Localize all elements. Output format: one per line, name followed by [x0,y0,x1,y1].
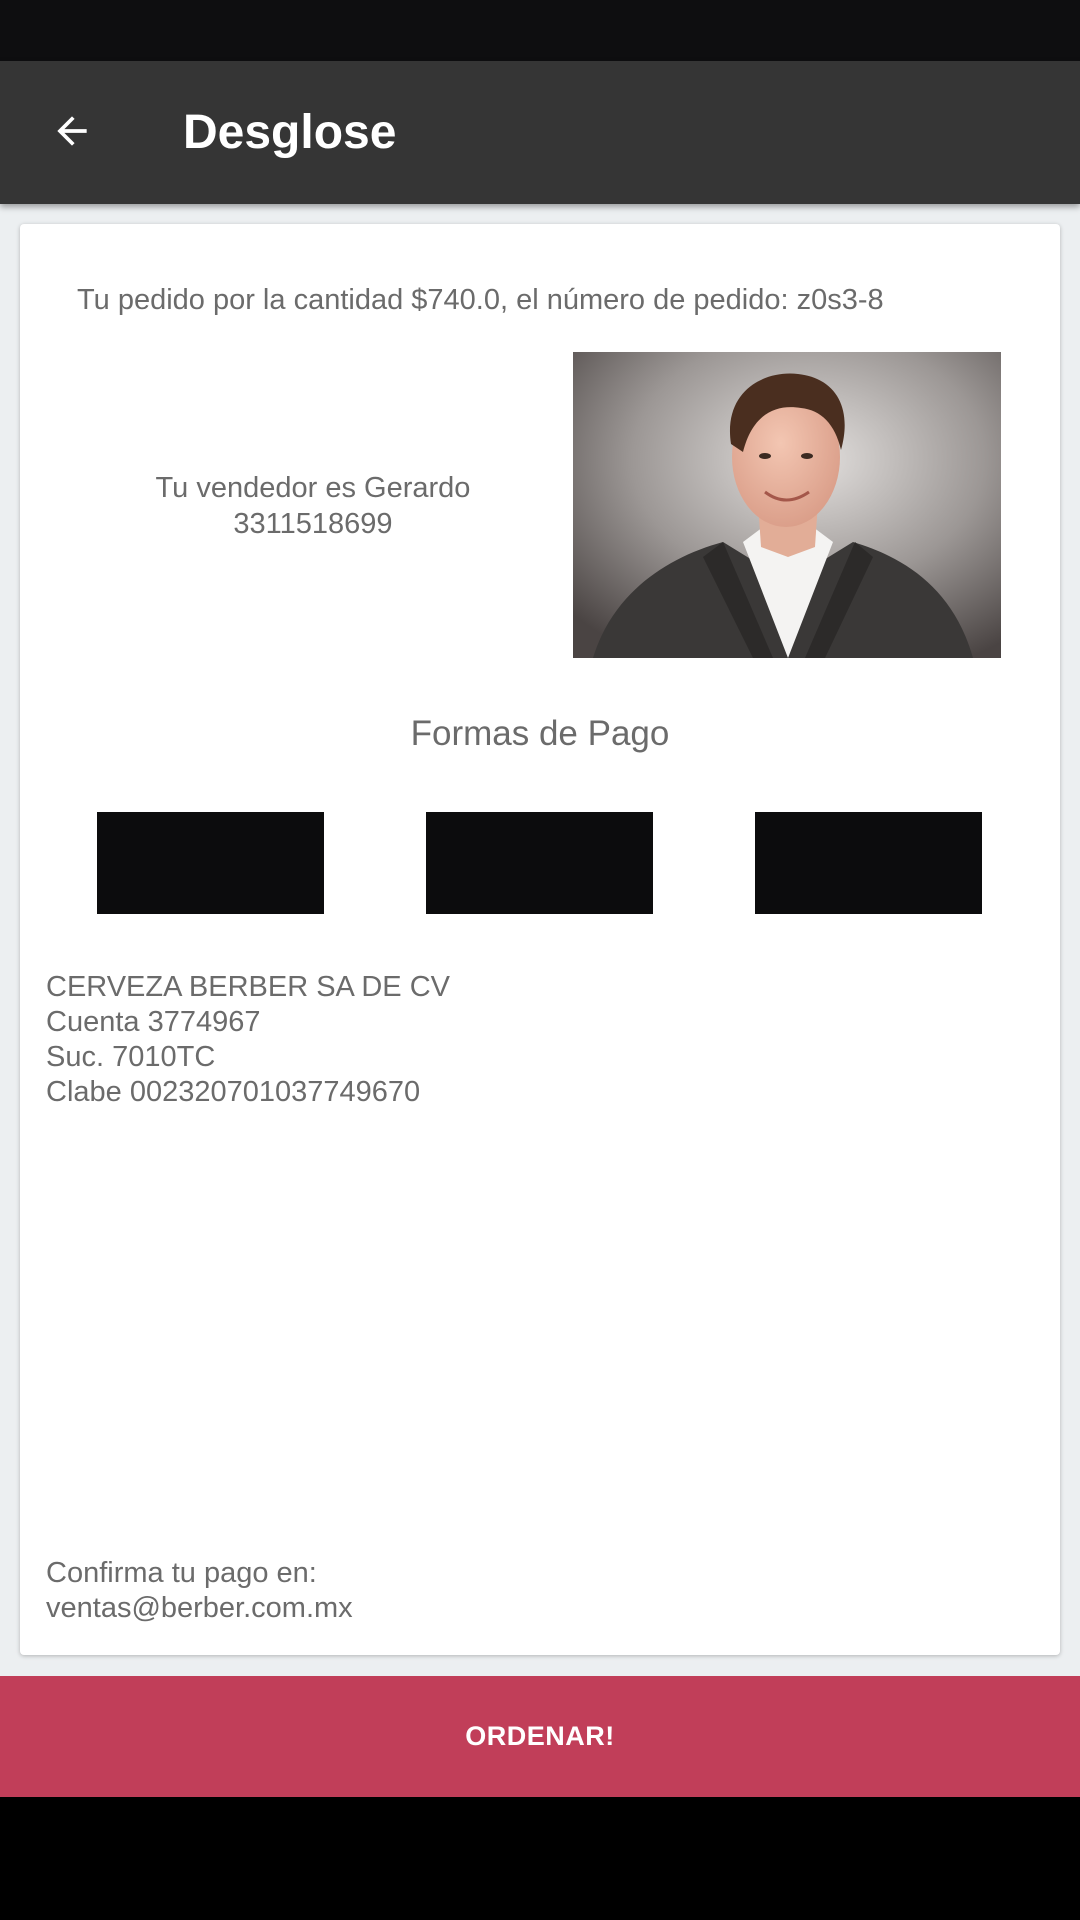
status-bar [0,0,1080,61]
confirm-email: ventas@berber.com.mx [46,1592,353,1624]
bank-details: CERVEZA BERBER SA DE CV Cuenta 3774967 S… [46,970,450,1110]
payment-method-2[interactable] [426,812,653,914]
payment-methods-title: Formas de Pago [410,714,670,753]
order-summary: Tu pedido por la cantidad $740.0, el núm… [77,284,884,316]
bank-clabe: Clabe 002320701037749670 [46,1076,421,1108]
order-button[interactable]: ORDENAR! [0,1676,1080,1797]
vendor-phone: 3311518699 [233,508,393,540]
page-title: Desglose [183,106,397,159]
bank-account: Cuenta 3774967 [46,1006,261,1038]
confirm-label: Confirma tu pago en: [46,1557,317,1589]
arrow-back-icon [50,109,94,158]
app-bar: Desglose [0,61,1080,204]
vendor-info: Tu vendedor es Gerardo 3311518699 [70,470,556,542]
payment-method-1[interactable] [97,812,324,914]
confirm-payment: Confirma tu pago en: ventas@berber.com.m… [46,1556,353,1626]
vendor-name: Tu vendedor es Gerardo [155,472,471,504]
bank-branch: Suc. 7010TC [46,1041,216,1073]
payment-method-3[interactable] [755,812,982,914]
navigation-bar [0,1797,1080,1920]
screen: Desglose Tu pedido por la cantidad $740.… [0,0,1080,1920]
vendor-photo [573,352,1001,658]
back-button[interactable] [30,91,114,175]
bank-company: CERVEZA BERBER SA DE CV [46,971,450,1003]
order-card: Tu pedido por la cantidad $740.0, el núm… [20,224,1060,1655]
